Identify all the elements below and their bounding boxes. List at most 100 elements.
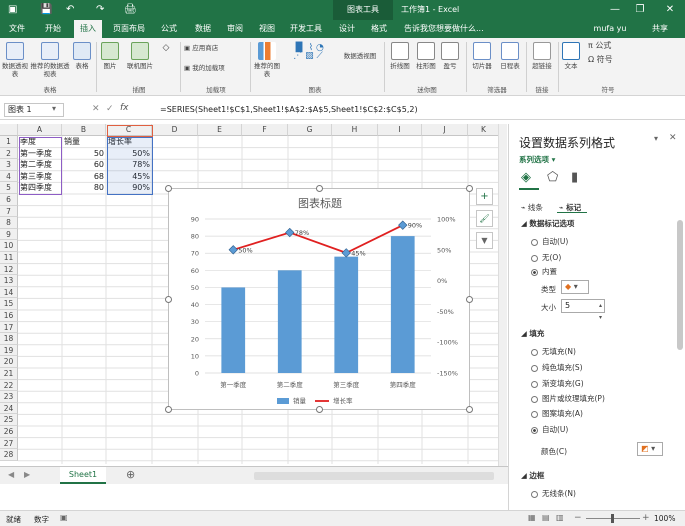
row-header-5[interactable]: 5 [0,182,18,194]
row-header-17[interactable]: 17 [0,321,18,334]
row-header-26[interactable]: 26 [0,426,18,438]
chart-filters-button[interactable]: ▼ [476,232,493,249]
select-all-corner[interactable] [0,124,18,136]
zoom-in-icon[interactable]: + [642,513,650,523]
row-header-12[interactable]: 12 [0,263,18,276]
sparkline-line-button[interactable]: 折线图 [388,42,412,70]
text-button[interactable]: 文本 [560,42,582,70]
new-sheet-icon[interactable]: ⊕ [126,468,135,481]
tab-line[interactable]: ⌁ 线条 [521,202,543,213]
slicer-button[interactable]: 切片器 [470,42,494,70]
marker-builtin-radio[interactable]: 内置 [531,266,557,277]
scroll-right-icon[interactable]: ▶ [24,470,30,479]
fill-line-icon[interactable]: ◈ [521,170,531,185]
column-header-H[interactable]: H [332,124,378,136]
row-header-2[interactable]: 2 [0,147,18,160]
tab-formulas[interactable]: 公式 [156,20,182,38]
marker-type-dropdown[interactable]: ◆ ▾ [561,280,589,294]
fill-solid-radio[interactable]: 纯色填充(S) [531,362,583,373]
horizontal-scrollbar[interactable] [254,472,494,480]
resize-handle[interactable] [165,296,172,303]
autosave-icon[interactable]: ▣ [8,3,17,17]
column-header-D[interactable]: D [152,124,198,136]
column-header-I[interactable]: I [378,124,422,136]
insert-function-button[interactable]: fx [120,103,129,113]
row-header-6[interactable]: 6 [0,194,18,206]
chart-elements-button[interactable]: + [476,188,493,205]
hyperlink-button[interactable]: 超链接 [528,42,556,70]
chart-types-icons[interactable]: ▐▌ ⌇ ◔ ⋰ ▨ ⟋ [284,44,332,61]
row-header-16[interactable]: 16 [0,310,18,322]
restore-button[interactable]: ❐ [630,0,650,20]
resize-handle[interactable] [466,185,473,192]
row-header-15[interactable]: 15 [0,298,18,310]
chart-styles-button[interactable]: 🖌 [476,210,493,227]
tab-format[interactable]: 格式 [366,20,392,38]
row-header-8[interactable]: 8 [0,217,18,229]
redo-icon[interactable]: ↷ [96,3,104,17]
tab-page-layout[interactable]: 页面布局 [108,20,150,38]
enter-icon[interactable]: ✓ [106,104,114,114]
row-header-11[interactable]: 11 [0,252,18,264]
symbol-button[interactable]: Ω 符号 [588,56,624,64]
equation-button[interactable]: π 公式 [588,42,624,50]
pane-menu-icon[interactable]: ▾ [654,134,658,143]
print-icon[interactable]: 🖨 [124,3,137,17]
column-header-K[interactable]: K [468,124,500,136]
cell-value[interactable]: 80 [62,182,106,194]
row-header-25[interactable]: 25 [0,414,18,426]
save-icon[interactable]: 💾 [40,3,52,17]
column-header-B[interactable]: B [62,124,106,136]
fill-gradient-radio[interactable]: 渐变填充(G) [531,378,584,389]
tab-insert[interactable]: 插入 [74,20,102,38]
zoom-out-icon[interactable]: − [574,513,582,523]
row-header-19[interactable]: 19 [0,344,18,357]
fill-color-picker[interactable]: ◩ ▾ [637,442,663,456]
section-fill[interactable]: ◢ 填充 [521,328,544,339]
pivot-table-button[interactable]: 数据透视表 [2,42,28,78]
macro-record-icon[interactable]: ▣ [60,513,68,522]
chart[interactable]: 图表标题 0 10 20 30 40 50 60 70 80 90 -150% -100% -50% 0… [165,185,473,413]
table-button[interactable]: 表格 [72,42,92,70]
row-header-3[interactable]: 3 [0,159,18,171]
row-header-20[interactable]: 20 [0,356,18,368]
effects-icon[interactable]: ⬠ [547,170,558,185]
tab-data[interactable]: 数据 [190,20,216,38]
row-header-18[interactable]: 18 [0,333,18,345]
column-header-J[interactable]: J [422,124,468,136]
column-header-G[interactable]: G [288,124,332,136]
sparkline-winloss-button[interactable]: 盈亏 [440,42,460,70]
resize-handle[interactable] [316,406,323,413]
zoom-slider-thumb[interactable] [611,514,614,523]
row-header-14[interactable]: 14 [0,286,18,299]
my-addins-button[interactable]: ▣ 我的加载项 [184,64,248,72]
recommended-charts-button[interactable]: 推荐的图表 [254,42,280,78]
resize-handle[interactable] [466,406,473,413]
row-header-23[interactable]: 23 [0,391,18,403]
minimize-button[interactable]: — [605,0,625,20]
tab-view[interactable]: 视图 [254,20,280,38]
resize-handle[interactable] [165,185,172,192]
tab-home[interactable]: 开始 [40,20,66,38]
pivot-chart-button[interactable]: 数据透视图 [340,52,380,60]
row-header-4[interactable]: 4 [0,170,18,183]
pane-scrollbar[interactable] [677,220,683,350]
cell-value[interactable]: 60 [62,159,106,171]
close-button[interactable]: ✕ [660,0,680,20]
recommended-pivot-button[interactable]: 推荐的数据透视表 [30,42,70,78]
chart-title[interactable]: 图表标题 [298,196,342,210]
undo-icon[interactable]: ↶ [66,3,74,17]
share-button[interactable]: 共享 [640,20,680,38]
user-name[interactable]: mufa yu [592,20,628,38]
section-marker-options[interactable]: ◢ 数据标记选项 [521,218,574,229]
border-none-radio[interactable]: 无线条(N) [531,488,576,499]
zoom-level[interactable]: 100% [654,514,675,523]
series-options-icon[interactable]: ▮ [571,170,578,185]
shapes-icon[interactable]: ◇ [160,44,172,53]
fill-picture-radio[interactable]: 图片或纹理填充(P) [531,393,605,404]
fill-auto-radio[interactable]: 自动(U) [531,424,568,435]
sparkline-column-button[interactable]: 柱形图 [414,42,438,70]
row-header-27[interactable]: 27 [0,437,18,450]
tell-me-box[interactable]: 告诉我您想要做什么... [404,20,514,38]
marker-auto-radio[interactable]: 自动(U) [531,236,568,247]
